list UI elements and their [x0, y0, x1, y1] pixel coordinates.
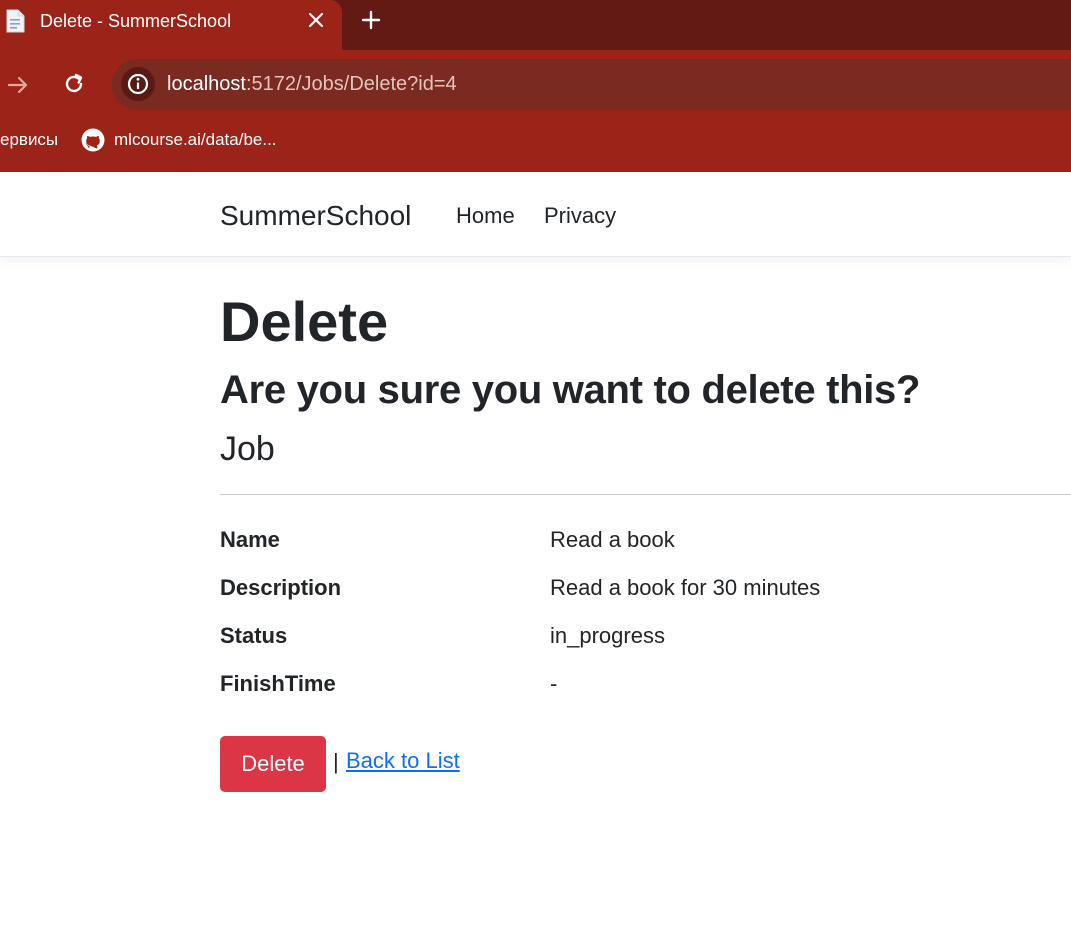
- field-label-description: Description: [220, 575, 342, 600]
- arrow-right-icon[interactable]: [4, 72, 32, 98]
- url-host: localhost: [167, 73, 246, 95]
- bookmark-services[interactable]: ервисы: [0, 130, 58, 150]
- site-navbar: SummerSchool Home Privacy: [0, 172, 1071, 257]
- entity-heading: Job: [220, 430, 275, 468]
- info-icon[interactable]: [121, 67, 155, 101]
- navbar-brand[interactable]: SummerSchool: [220, 200, 411, 232]
- field-label-status: Status: [220, 623, 288, 648]
- confirm-question: Are you sure you want to delete this?: [220, 368, 921, 412]
- close-icon[interactable]: [304, 8, 328, 32]
- nav-link-privacy[interactable]: Privacy: [544, 203, 616, 229]
- plus-icon[interactable]: [358, 7, 384, 33]
- url-path: :5172/Jobs/Delete?id=4: [245, 73, 457, 95]
- tab-active[interactable]: Delete - SummerSchool: [0, 0, 342, 50]
- delete-button[interactable]: Delete: [220, 736, 326, 792]
- nav-link-home[interactable]: Home: [456, 203, 515, 229]
- tab-title: Delete - SummerSchool: [40, 11, 232, 31]
- reload-icon[interactable]: [60, 70, 88, 98]
- field-value-finish-time: -: [550, 671, 558, 696]
- document-icon: [4, 9, 26, 33]
- url-text[interactable]: localhost:5172/Jobs/Delete?id=4: [167, 73, 457, 96]
- browser-chrome: Delete - SummerSchool localhost:5172/Job…: [0, 0, 1071, 172]
- bookmark-mlcourse[interactable]: mlcourse.ai/data/be...: [114, 130, 277, 150]
- page-title: Delete: [220, 290, 389, 353]
- field-label-finish-time: FinishTime: [220, 671, 336, 696]
- github-icon: [80, 127, 106, 153]
- page-content: SummerSchool Home Privacy Delete Are you…: [0, 172, 1071, 943]
- field-value-name: Read a book: [550, 527, 675, 552]
- field-label-name: Name: [220, 527, 280, 552]
- field-value-description: Read a book for 30 minutes: [550, 575, 821, 600]
- action-separator: |: [333, 749, 339, 774]
- back-to-list-link[interactable]: Back to List: [346, 748, 460, 774]
- field-value-status: in_progress: [550, 623, 665, 648]
- divider: [220, 494, 1071, 495]
